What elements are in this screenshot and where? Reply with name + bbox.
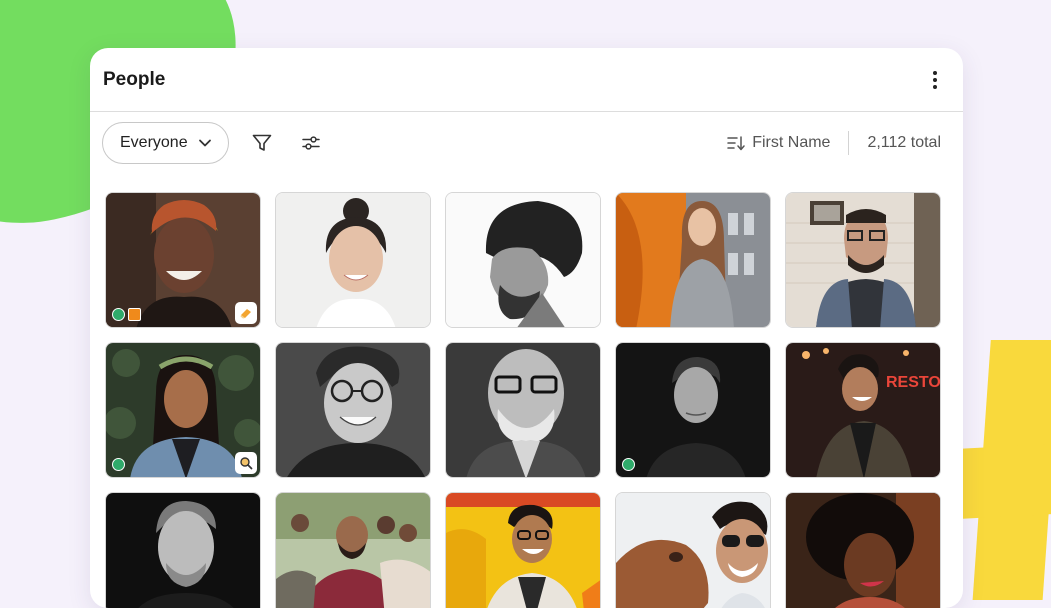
person-photo-group-sitting <box>276 493 430 608</box>
toolbar: Everyone First Name 2,112 total <box>90 112 963 174</box>
people-panel: People Everyone First Name 2,112 total R… <box>90 48 963 608</box>
toolbar-divider <box>848 131 850 155</box>
person-card[interactable] <box>445 492 601 608</box>
filter-icon <box>252 134 271 151</box>
page-title: People <box>103 68 166 90</box>
eraser-icon <box>240 309 251 319</box>
sort-label: First Name <box>752 134 831 151</box>
person-card[interactable] <box>275 192 431 328</box>
chevron-down-icon <box>198 139 211 147</box>
sort-control[interactable]: First Name <box>726 133 830 153</box>
magnifier-badge[interactable] <box>235 452 257 474</box>
person-photo-woman-afro <box>786 493 940 608</box>
person-photo-woman-long-hair-orange <box>616 193 770 327</box>
online-status-dot <box>112 308 125 321</box>
audience-dropdown[interactable]: Everyone <box>102 122 229 164</box>
online-status-dot <box>112 458 125 471</box>
sort-icon <box>727 136 745 151</box>
person-card[interactable] <box>615 192 771 328</box>
person-photo-man-curly-profile <box>446 193 600 327</box>
online-status-dot <box>622 458 635 471</box>
orange-tag <box>128 308 141 321</box>
panel-header: People <box>90 48 963 112</box>
person-photo-man-with-dog <box>616 493 770 608</box>
person-photo-man-round-glasses <box>276 343 430 477</box>
filter-button[interactable] <box>246 127 278 159</box>
person-photo-man-glasses-plaid <box>786 193 940 327</box>
magnifier-icon <box>240 457 253 470</box>
person-photo-man-yellow-background <box>446 493 600 608</box>
person-card[interactable] <box>615 492 771 608</box>
person-card[interactable] <box>105 342 261 478</box>
person-card[interactable] <box>445 192 601 328</box>
audience-dropdown-value: Everyone <box>120 134 188 151</box>
person-card[interactable] <box>105 492 261 608</box>
kebab-icon[interactable] <box>923 68 947 92</box>
person-photo-man-black-portrait <box>106 493 260 608</box>
person-card[interactable] <box>445 342 601 478</box>
total-count: 2,112 total <box>867 134 941 151</box>
person-card[interactable] <box>275 342 431 478</box>
person-card[interactable] <box>275 492 431 608</box>
person-card[interactable] <box>105 192 261 328</box>
person-photo-woman-short-hair <box>616 343 770 477</box>
person-card[interactable] <box>615 342 771 478</box>
person-card[interactable] <box>785 492 941 608</box>
person-photo-man-laughing-neon: RESTO <box>786 343 941 477</box>
sliders-icon <box>301 136 320 150</box>
adjust-button[interactable] <box>295 127 327 159</box>
person-card[interactable] <box>785 192 941 328</box>
person-photo-man-bald-glasses <box>446 343 600 477</box>
person-card[interactable]: RESTO <box>785 342 941 478</box>
eraser-badge[interactable] <box>235 302 257 324</box>
svg-text:RESTO: RESTO <box>886 374 941 391</box>
person-photo-woman-bun <box>276 193 430 327</box>
people-grid: RESTO <box>105 192 941 608</box>
